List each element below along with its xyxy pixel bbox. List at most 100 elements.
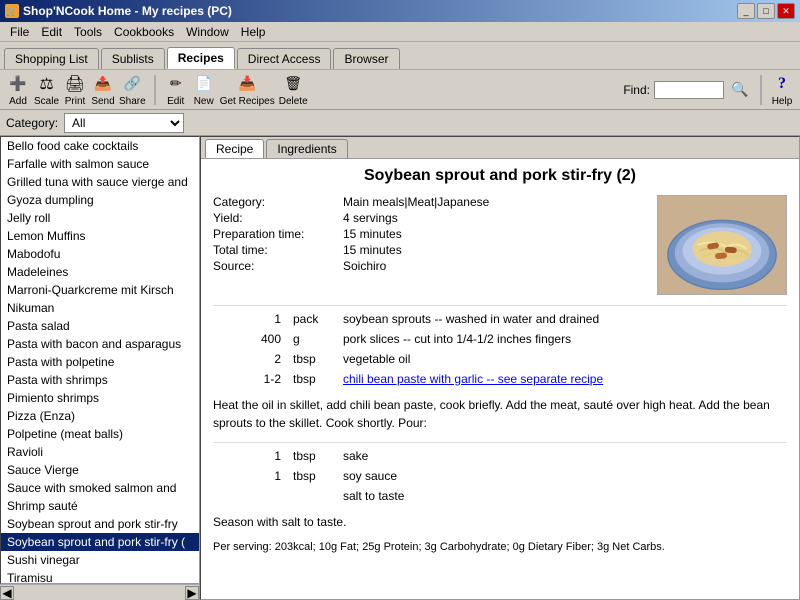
list-item[interactable]: Soybean sprout and pork stir-fry [1, 515, 199, 533]
sub-tab-row: Recipe Ingredients [201, 137, 799, 159]
info-row-source: Source: Soichiro [213, 259, 645, 273]
category-info-value: Main meals|Meat|Japanese [343, 195, 645, 209]
send-icon: 📤 [91, 73, 115, 95]
list-item[interactable]: Sauce with smoked salmon and [1, 479, 199, 497]
find-section: Find: 🔍 [623, 79, 752, 101]
add-button[interactable]: ➕ Add [6, 73, 30, 107]
ing-link[interactable]: chili bean paste with garlic -- see sepa… [343, 372, 787, 386]
list-item[interactable]: Pasta with shrimps [1, 371, 199, 389]
tab-recipes[interactable]: Recipes [167, 47, 235, 69]
info-row-prep: Preparation time: 15 minutes [213, 227, 645, 241]
new-icon: 📄 [192, 73, 216, 95]
delete-label: Delete [279, 96, 308, 107]
window-title: Shop'NCook Home - My recipes (PC) [23, 4, 232, 18]
scroll-left-button[interactable]: ◀ [0, 586, 14, 600]
share-button[interactable]: 🔗 Share [119, 73, 146, 107]
ing-amount: 400 [213, 332, 293, 346]
category-row: Category: All [0, 110, 800, 136]
menu-file[interactable]: File [4, 23, 35, 41]
help-button[interactable]: ? Help [770, 73, 794, 107]
ing-unit: g [293, 332, 343, 346]
tab-browser[interactable]: Browser [333, 48, 399, 69]
get-recipes-icon: 📥 [229, 73, 265, 95]
category-info-label: Category: [213, 195, 343, 209]
sub-tab-recipe[interactable]: Recipe [205, 139, 264, 158]
list-item[interactable]: Pasta salad [1, 317, 199, 335]
print-button[interactable]: 🖨 Print [63, 73, 87, 107]
print-label: Print [65, 96, 86, 107]
menu-tools[interactable]: Tools [68, 23, 108, 41]
list-item-selected[interactable]: Soybean sprout and pork stir-fry ( [1, 533, 199, 551]
ing-desc: soybean sprouts -- washed in water and d… [343, 312, 787, 326]
title-bar: 🛒 Shop'NCook Home - My recipes (PC) _ □ … [0, 0, 800, 22]
ing-unit: tbsp [293, 372, 343, 386]
find-input[interactable] [654, 81, 724, 99]
after-instructions: Season with salt to taste. [213, 513, 787, 531]
ingredient-row: 1 pack soybean sprouts -- washed in wate… [213, 312, 787, 326]
list-item[interactable]: Madeleines [1, 263, 199, 281]
add-icon: ➕ [6, 73, 30, 95]
find-icon[interactable]: 🔍 [728, 79, 752, 101]
maximize-button[interactable]: □ [757, 3, 775, 19]
ing-unit: tbsp [293, 469, 343, 483]
print-icon: 🖨 [63, 73, 87, 95]
category-label: Category: [6, 116, 58, 130]
tab-sublists[interactable]: Sublists [101, 48, 165, 69]
list-item[interactable]: Polpetine (meat balls) [1, 425, 199, 443]
menu-help[interactable]: Help [235, 23, 272, 41]
delete-button[interactable]: 🗑 Delete [279, 73, 308, 107]
menu-edit[interactable]: Edit [35, 23, 68, 41]
list-item[interactable]: Sushi vinegar [1, 551, 199, 569]
toolbar-sep-2 [760, 75, 762, 105]
list-item[interactable]: Pasta with polpetine [1, 353, 199, 371]
list-item[interactable]: Nikuman [1, 299, 199, 317]
help-label: Help [772, 96, 793, 107]
new-button[interactable]: 📄 New [192, 73, 216, 107]
scroll-right-button[interactable]: ▶ [185, 586, 199, 600]
list-horizontal-scrollbar[interactable]: ◀ ▶ [0, 584, 199, 600]
share-label: Share [119, 96, 146, 107]
list-item[interactable]: Grilled tuna with sauce vierge and [1, 173, 199, 191]
sub-tab-ingredients[interactable]: Ingredients [266, 139, 347, 158]
get-recipes-button[interactable]: 📥 Get Recipes [220, 73, 275, 107]
list-item[interactable]: Marroni-Quarkcreme mit Kirsch [1, 281, 199, 299]
list-item[interactable]: Lemon Muffins [1, 227, 199, 245]
ingredient-row: 2 tbsp vegetable oil [213, 352, 787, 366]
list-item[interactable]: Gyoza dumpling [1, 191, 199, 209]
list-item[interactable]: Sauce Vierge [1, 461, 199, 479]
ing-amount [213, 489, 293, 503]
send-button[interactable]: 📤 Send [91, 73, 115, 107]
close-button[interactable]: ✕ [777, 3, 795, 19]
menu-window[interactable]: Window [180, 23, 235, 41]
list-item[interactable]: Pimiento shrimps [1, 389, 199, 407]
list-item[interactable]: Jelly roll [1, 209, 199, 227]
scale-label: Scale [34, 96, 59, 107]
list-item[interactable]: Pasta with bacon and asparagus [1, 335, 199, 353]
scale-button[interactable]: ⚖ Scale [34, 73, 59, 107]
list-item[interactable]: Pizza (Enza) [1, 407, 199, 425]
prep-info-label: Preparation time: [213, 227, 343, 241]
add-label: Add [9, 96, 27, 107]
main-tab-row: Shopping List Sublists Recipes Direct Ac… [0, 42, 800, 70]
list-item[interactable]: Farfalle with salmon sauce [1, 155, 199, 173]
list-item[interactable]: Shrimp sauté [1, 497, 199, 515]
edit-button[interactable]: ✏ Edit [164, 73, 188, 107]
tab-shopping-list[interactable]: Shopping List [4, 48, 99, 69]
ingredient-row: 1-2 tbsp chili bean paste with garlic --… [213, 372, 787, 386]
list-item[interactable]: Ravioli [1, 443, 199, 461]
category-select[interactable]: All [64, 113, 184, 133]
tab-direct-access[interactable]: Direct Access [237, 48, 332, 69]
list-item[interactable]: Bello food cake cocktails [1, 137, 199, 155]
ing-unit [293, 489, 343, 503]
app-icon: 🛒 [5, 4, 19, 18]
list-item[interactable]: Mabodofu [1, 245, 199, 263]
ingredients-section-2: 1 tbsp sake 1 tbsp soy sauce salt to tas… [213, 442, 787, 503]
list-item[interactable]: Tiramisu [1, 569, 199, 584]
edit-label: Edit [167, 96, 184, 107]
menu-cookbooks[interactable]: Cookbooks [108, 23, 180, 41]
ingredient-row: 400 g pork slices -- cut into 1/4-1/2 in… [213, 332, 787, 346]
ing-unit: tbsp [293, 449, 343, 463]
recipe-list[interactable]: Bello food cake cocktails Farfalle with … [0, 136, 200, 584]
minimize-button[interactable]: _ [737, 3, 755, 19]
info-row-yield: Yield: 4 servings [213, 211, 645, 225]
